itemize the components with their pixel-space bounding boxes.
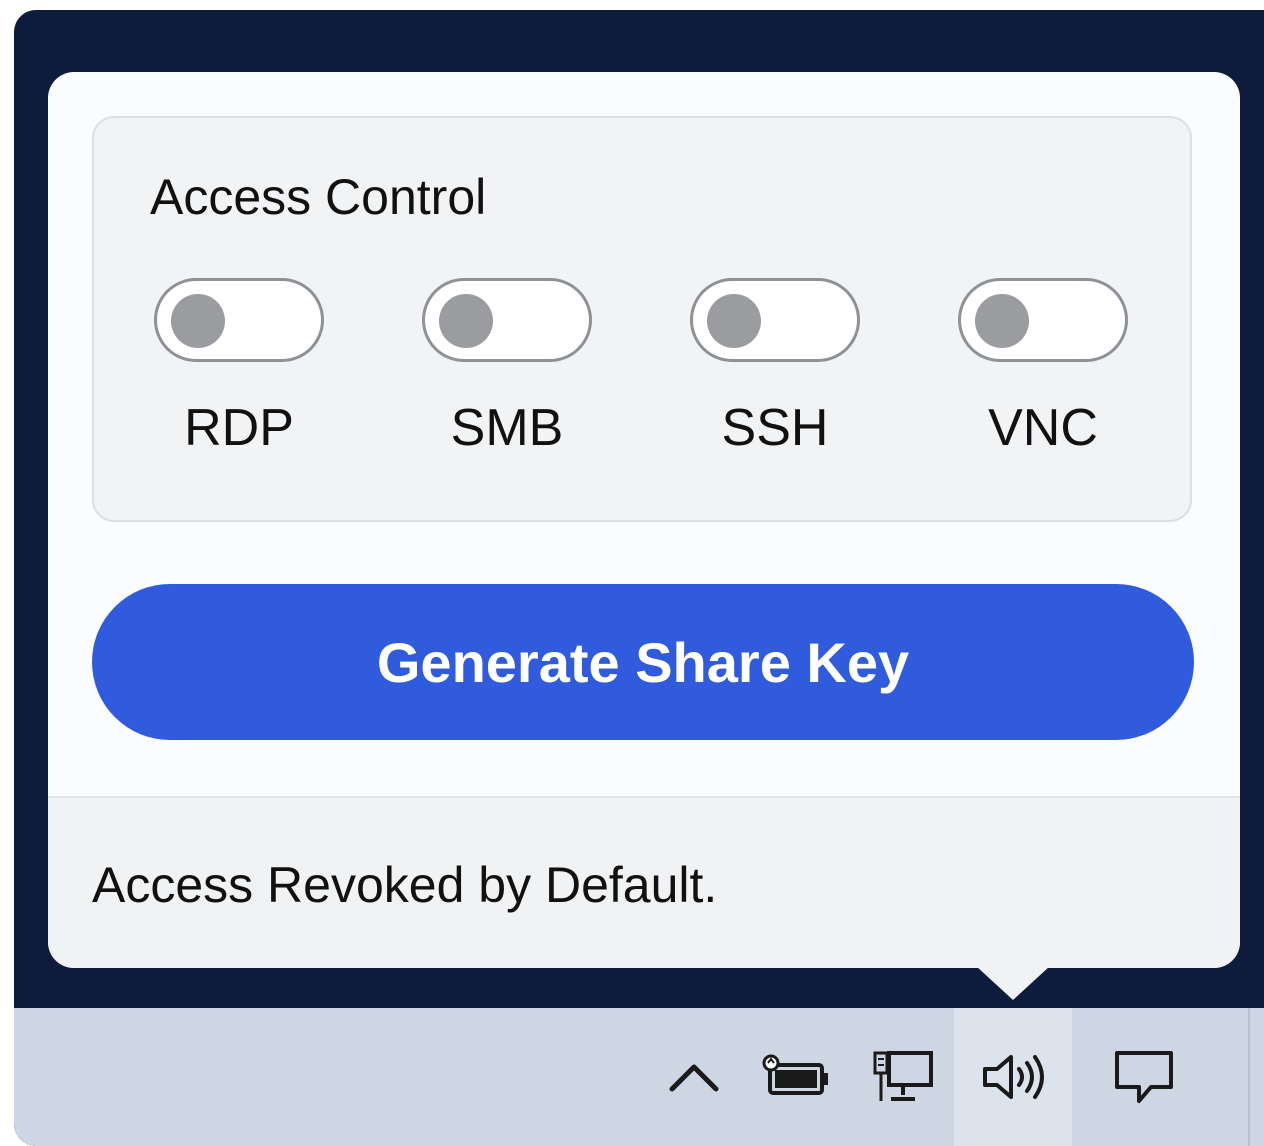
vnc-label: VNC [988,399,1098,457]
toggle-knob [171,294,225,348]
volume-icon[interactable] [954,1008,1072,1146]
window-frame: Access Control RDP SMB SSH VNC Generate … [14,10,1264,1146]
toggle-knob [975,294,1029,348]
toggle-knob [707,294,761,348]
toggle-group-vnc: VNC [956,278,1130,458]
generate-share-key-button[interactable]: Generate Share Key [92,584,1194,740]
rdp-toggle[interactable] [154,278,324,362]
vnc-toggle[interactable] [958,278,1128,362]
toggle-group-ssh: SSH [688,278,862,458]
chevron-up-icon[interactable] [656,1008,732,1146]
smb-label: SMB [450,399,564,457]
status-text: Access Revoked by Default. [92,857,718,913]
access-control-card: Access Control RDP SMB SSH VNC [92,116,1192,522]
battery-icon[interactable] [754,1008,840,1146]
toggle-group-smb: SMB [420,278,594,458]
access-control-flyout: Access Control RDP SMB SSH VNC Generate … [48,72,1240,968]
toggle-knob [439,294,493,348]
smb-toggle[interactable] [422,278,592,362]
ssh-toggle[interactable] [690,278,860,362]
taskbar [14,1008,1264,1146]
rdp-label: RDP [184,399,294,457]
taskbar-divider [1248,1008,1250,1146]
flyout-footer: Access Revoked by Default. [48,796,1240,968]
ssh-label: SSH [721,399,829,457]
toggle-group-rdp: RDP [152,278,326,458]
card-title: Access Control [150,169,487,225]
flyout-pointer [976,966,1050,1000]
notifications-icon[interactable] [1102,1008,1186,1146]
network-icon[interactable] [862,1008,946,1146]
